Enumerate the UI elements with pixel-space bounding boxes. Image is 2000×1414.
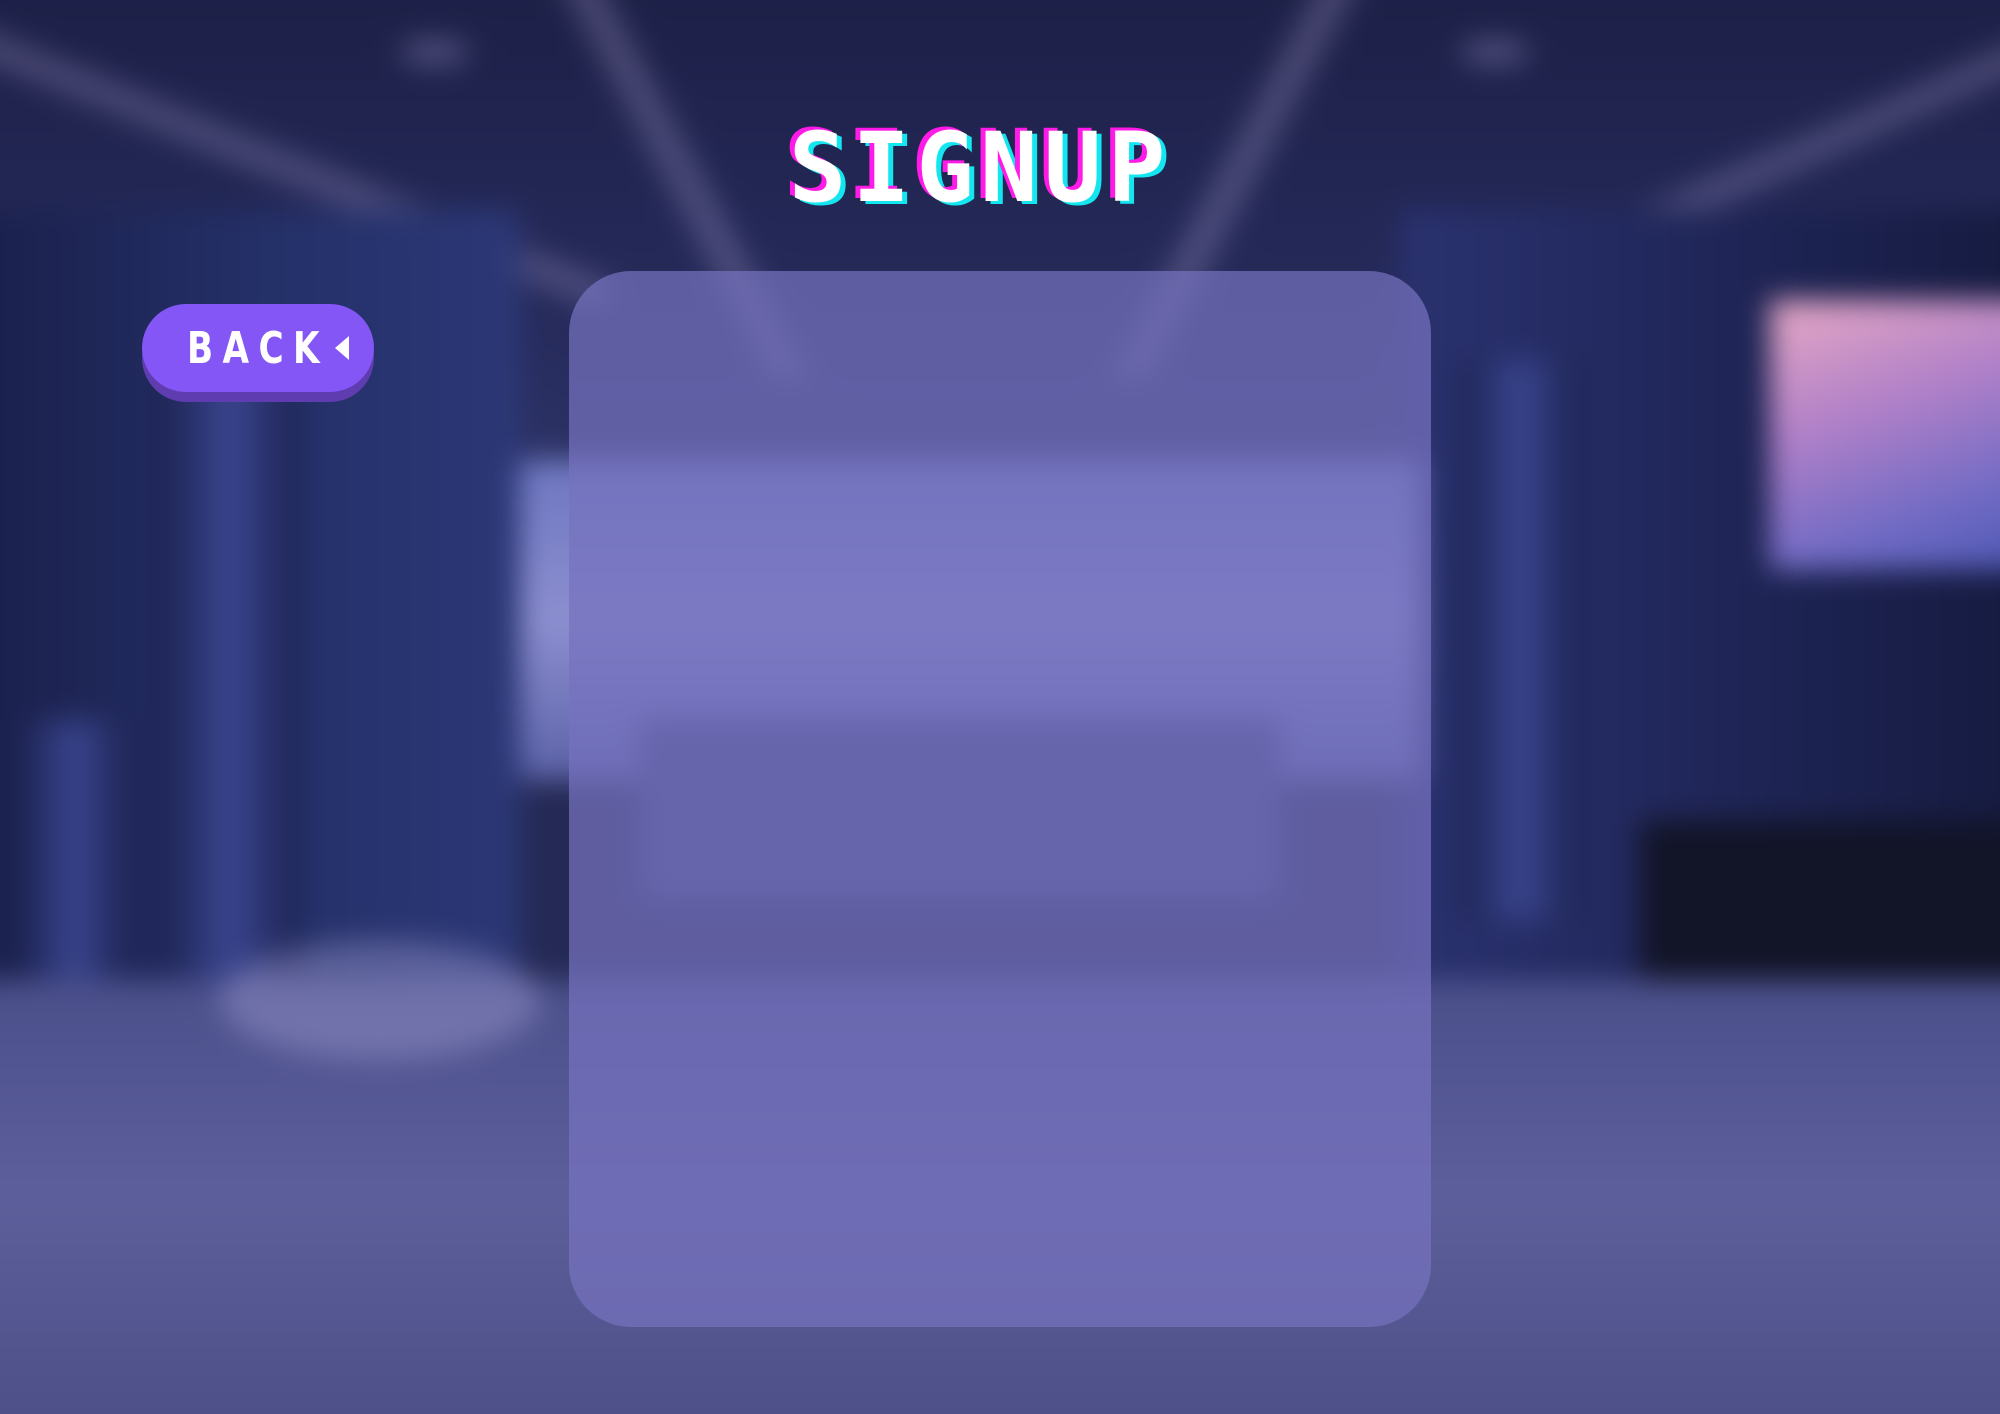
back-button-label: BACK xyxy=(187,322,329,374)
back-button[interactable]: BACK xyxy=(142,304,374,392)
signup-form-panel xyxy=(569,271,1431,1327)
signup-screen: SIGNUP BACK xyxy=(0,0,2000,1414)
caret-left-icon xyxy=(334,336,349,360)
page-title: SIGNUP xyxy=(788,112,1172,224)
